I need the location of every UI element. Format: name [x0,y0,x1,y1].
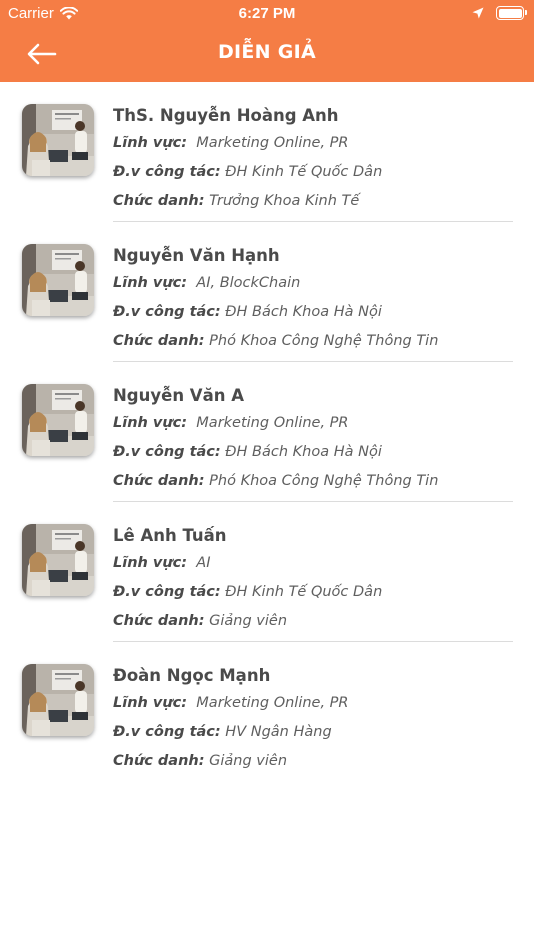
speaker-field-row: Lĩnh vực: AI [113,553,513,582]
speaker-org-row: Đ.v công tác: ĐH Bách Khoa Hà Nội [113,302,513,331]
speaker-title: Giảng viên [209,613,288,629]
org-label: Đ.v công tác: [113,584,221,600]
org-label: Đ.v công tác: [113,724,221,740]
org-label: Đ.v công tác: [113,304,221,320]
speaker-org: ĐH Bách Khoa Hà Nội [225,304,382,320]
speaker-name: Lê Anh Tuấn [113,526,227,545]
speaker-list: ThS. Nguyễn Hoàng Anh Lĩnh vực: Marketin… [0,82,534,782]
location-arrow-icon [472,7,484,19]
speaker-field: Marketing Online, PR [196,695,349,711]
speaker-name: Nguyễn Văn Hạnh [113,246,280,265]
speaker-field: AI, BlockChain [196,275,301,291]
title-label: Chức danh: [113,753,205,769]
speaker-avatar [22,664,94,736]
speaker-field-row: Lĩnh vực: Marketing Online, PR [113,133,513,162]
speaker-title-row: Chức danh: Giảng viên [113,611,513,640]
speaker-name: Đoàn Ngọc Mạnh [113,666,271,685]
speaker-info: Nguyễn Văn A Lĩnh vực: Marketing Online,… [113,384,513,502]
field-label: Lĩnh vực: [113,275,188,291]
title-label: Chức danh: [113,613,205,629]
speaker-field-row: Lĩnh vực: Marketing Online, PR [113,413,513,442]
battery-icon [496,6,527,20]
navigation-bar: DIỄN GIẢ [0,28,534,82]
speaker-org: HV Ngân Hàng [225,724,332,740]
speaker-title: Phó Khoa Công Nghệ Thông Tin [209,473,439,489]
speaker-name: ThS. Nguyễn Hoàng Anh [113,106,339,125]
speaker-info: Lê Anh Tuấn Lĩnh vực: AI Đ.v công tác: Đ… [113,524,513,642]
speaker-org: ĐH Kinh Tế Quốc Dân [225,584,383,600]
app-header: Carrier 6:27 PM DIỄN GIẢ [0,0,534,82]
speaker-info: Nguyễn Văn Hạnh Lĩnh vực: AI, BlockChain… [113,244,513,362]
speaker-org-row: Đ.v công tác: HV Ngân Hàng [113,722,513,751]
speaker-org: ĐH Kinh Tế Quốc Dân [225,164,383,180]
speaker-title-row: Chức danh: Giảng viên [113,751,513,780]
speaker-field-row: Lĩnh vực: Marketing Online, PR [113,693,513,722]
page-title: DIỄN GIẢ [217,41,317,63]
speaker-info: Đoàn Ngọc Mạnh Lĩnh vực: Marketing Onlin… [113,664,513,782]
field-label: Lĩnh vực: [113,135,188,151]
title-label: Chức danh: [113,333,205,349]
speaker-title-row: Chức danh: Phó Khoa Công Nghệ Thông Tin [113,471,513,500]
speaker-title: Giảng viên [209,753,288,769]
speaker-item[interactable]: ThS. Nguyễn Hoàng Anh Lĩnh vực: Marketin… [0,82,534,222]
title-label: Chức danh: [113,193,205,209]
speaker-avatar [22,524,94,596]
org-label: Đ.v công tác: [113,164,221,180]
speaker-title-row: Chức danh: Phó Khoa Công Nghệ Thông Tin [113,331,513,360]
speaker-org-row: Đ.v công tác: ĐH Bách Khoa Hà Nội [113,442,513,471]
speaker-field: Marketing Online, PR [196,135,349,151]
speaker-item[interactable]: Nguyễn Văn Hạnh Lĩnh vực: AI, BlockChain… [0,222,534,362]
status-time: 6:27 PM [238,5,296,22]
speaker-title-row: Chức danh: Trưởng Khoa Kinh Tế [113,191,513,220]
field-label: Lĩnh vực: [113,555,188,571]
speaker-avatar [22,384,94,456]
speaker-item[interactable]: Nguyễn Văn A Lĩnh vực: Marketing Online,… [0,362,534,502]
speaker-org-row: Đ.v công tác: ĐH Kinh Tế Quốc Dân [113,582,513,611]
title-label: Chức danh: [113,473,205,489]
speaker-org: ĐH Bách Khoa Hà Nội [225,444,382,460]
speaker-item[interactable]: Lê Anh Tuấn Lĩnh vực: AI Đ.v công tác: Đ… [0,502,534,642]
speaker-name: Nguyễn Văn A [113,386,244,405]
speaker-field: AI [196,555,211,571]
field-label: Lĩnh vực: [113,695,188,711]
speaker-field: Marketing Online, PR [196,415,349,431]
speaker-avatar [22,104,94,176]
speaker-title: Trưởng Khoa Kinh Tế [209,193,360,209]
speaker-org-row: Đ.v công tác: ĐH Kinh Tế Quốc Dân [113,162,513,191]
status-bar: Carrier 6:27 PM [0,0,534,28]
speaker-avatar [22,244,94,316]
speaker-info: ThS. Nguyễn Hoàng Anh Lĩnh vực: Marketin… [113,104,513,222]
speaker-field-row: Lĩnh vực: AI, BlockChain [113,273,513,302]
org-label: Đ.v công tác: [113,444,221,460]
status-right [472,6,527,20]
speaker-item[interactable]: Đoàn Ngọc Mạnh Lĩnh vực: Marketing Onlin… [0,642,534,782]
speaker-title: Phó Khoa Công Nghệ Thông Tin [209,333,439,349]
field-label: Lĩnh vực: [113,415,188,431]
